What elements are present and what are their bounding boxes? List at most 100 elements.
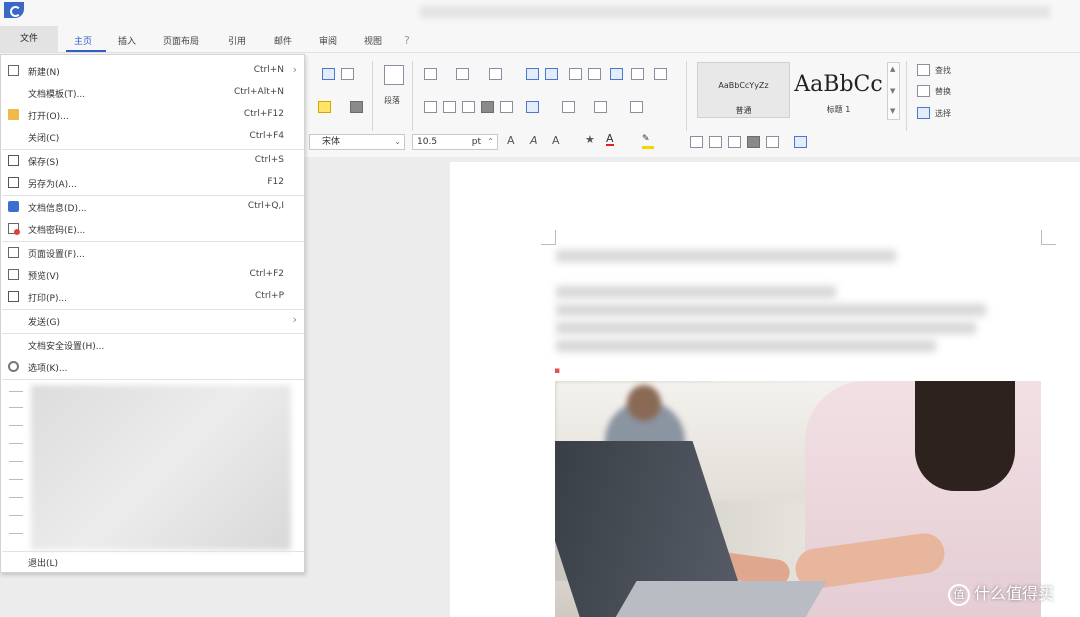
select-icon[interactable] bbox=[917, 107, 930, 119]
select-label[interactable]: 选择 bbox=[935, 108, 951, 119]
menu-item-send[interactable]: 发送(G) › bbox=[1, 310, 304, 332]
tab-insert[interactable]: 插入 bbox=[118, 34, 136, 47]
ltr-icon[interactable] bbox=[569, 68, 582, 80]
stepper-icon[interactable]: ⌃ bbox=[487, 135, 494, 149]
char-border-icon[interactable] bbox=[341, 68, 354, 80]
menu-item-label: 另存为(A)... bbox=[28, 180, 77, 190]
justify-icon[interactable] bbox=[747, 136, 760, 148]
menu-item-save-as[interactable]: 另存为(A)... F12 bbox=[1, 172, 304, 194]
increase-indent-icon[interactable] bbox=[545, 68, 558, 80]
font-name-select[interactable]: 宋体 ⌄ bbox=[309, 134, 405, 150]
app-logo-icon[interactable] bbox=[4, 2, 24, 18]
font-size-select[interactable]: 10.5 pt ⌃ bbox=[412, 134, 498, 150]
menu-item-exit[interactable]: 退出(L) bbox=[1, 551, 304, 573]
ribbon-separator bbox=[372, 61, 373, 131]
align-center-icon[interactable] bbox=[443, 101, 456, 113]
tab-references[interactable]: 引用 bbox=[228, 34, 246, 47]
menu-item-shortcut: Ctrl+F12 bbox=[243, 109, 284, 119]
blurred-text-line bbox=[556, 250, 896, 262]
replace-label[interactable]: 替换 bbox=[935, 86, 951, 97]
chevron-down-icon[interactable]: ▼ bbox=[890, 87, 895, 95]
sort-icon[interactable] bbox=[630, 101, 643, 113]
recent-file-marker[interactable] bbox=[9, 425, 23, 426]
distribute-icon[interactable] bbox=[500, 101, 513, 113]
find-icon[interactable] bbox=[917, 64, 930, 76]
shading-icon[interactable] bbox=[562, 101, 575, 113]
bullet-list-icon[interactable] bbox=[424, 68, 437, 80]
menu-item-preview[interactable]: 预览(V) Ctrl+F2 bbox=[1, 264, 304, 286]
distribute-icon[interactable] bbox=[766, 136, 779, 148]
find-label[interactable]: 查找 bbox=[935, 65, 951, 76]
border-icon[interactable] bbox=[594, 101, 607, 113]
styles-scroll[interactable]: ▲ ▼ ▼ bbox=[887, 62, 900, 120]
tab-home[interactable]: 主页 bbox=[74, 34, 92, 47]
menu-item-templates[interactable]: 文档模板(T)... Ctrl+Alt+N bbox=[1, 82, 304, 104]
paragraph-settings-icon[interactable] bbox=[384, 65, 404, 85]
menu-item-label: 页面设置(F)... bbox=[28, 250, 85, 260]
more-styles-icon[interactable]: ▼ bbox=[890, 107, 895, 115]
align-right-icon[interactable] bbox=[728, 136, 741, 148]
star-icon[interactable]: ★ bbox=[585, 133, 595, 146]
clear-format-icon[interactable] bbox=[322, 68, 335, 80]
menu-item-doc-security[interactable]: 文档安全设置(H)... bbox=[1, 334, 304, 356]
show-marks-icon[interactable] bbox=[610, 68, 623, 80]
text-direction-icon[interactable] bbox=[654, 68, 667, 80]
menu-item-new[interactable]: 新建(N) Ctrl+N › bbox=[1, 60, 304, 82]
tab-review[interactable]: 审阅 bbox=[319, 34, 337, 47]
menu-item-shortcut: Ctrl+P bbox=[255, 291, 284, 301]
grow-font-icon[interactable]: A bbox=[507, 134, 515, 147]
tab-view[interactable]: 视图 bbox=[364, 34, 382, 47]
menu-item-doc-password[interactable]: 文档密码(E)... bbox=[1, 218, 304, 240]
paragraph-label[interactable]: 段落 bbox=[384, 95, 400, 106]
recent-file-marker[interactable] bbox=[9, 515, 23, 516]
menu-item-print[interactable]: 打印(P)... Ctrl+P bbox=[1, 286, 304, 308]
font-name-value: 宋体 bbox=[322, 137, 341, 147]
align-right-icon[interactable] bbox=[462, 101, 475, 113]
menu-item-doc-info[interactable]: 文档信息(D)... Ctrl+Q,I bbox=[1, 196, 304, 218]
recent-file-marker[interactable] bbox=[9, 407, 23, 408]
help-icon[interactable]: ? bbox=[404, 34, 416, 47]
chevron-down-icon[interactable]: ⌄ bbox=[394, 135, 401, 149]
menu-item-options[interactable]: 选项(K)... bbox=[1, 356, 304, 378]
replace-icon[interactable] bbox=[917, 85, 930, 97]
menu-item-close[interactable]: 关闭(C) Ctrl+F4 bbox=[1, 126, 304, 148]
menu-item-save[interactable]: 保存(S) Ctrl+S bbox=[1, 150, 304, 172]
rtl-icon[interactable] bbox=[588, 68, 601, 80]
shrink-font-icon[interactable]: A bbox=[530, 134, 538, 147]
style-normal[interactable]: AaBbCcYyZz 普通 bbox=[697, 62, 790, 118]
recent-file-marker[interactable] bbox=[9, 443, 23, 444]
align-left-icon[interactable] bbox=[690, 136, 703, 148]
menu-item-label: 打印(P)... bbox=[28, 294, 68, 304]
style-heading-1[interactable]: AaBbCc 标题 1 bbox=[791, 62, 886, 118]
recent-file-marker[interactable] bbox=[9, 391, 23, 392]
decrease-indent-icon[interactable] bbox=[526, 68, 539, 80]
menu-item-page-setup[interactable]: 页面设置(F)... bbox=[1, 242, 304, 264]
menu-item-open[interactable]: 打开(O)... Ctrl+F12 bbox=[1, 104, 304, 126]
paragraph-mark: ▪ bbox=[554, 366, 561, 376]
font-size-value: 10.5 bbox=[417, 137, 438, 147]
font-color-icon[interactable]: A bbox=[606, 133, 614, 146]
char-shading-icon[interactable] bbox=[350, 101, 363, 113]
tab-file[interactable]: 文件 bbox=[0, 26, 58, 52]
tab-mailings[interactable]: 邮件 bbox=[274, 34, 292, 47]
tab-page-layout[interactable]: 页面布局 bbox=[163, 34, 199, 47]
align-left-icon[interactable] bbox=[424, 101, 437, 113]
highlight-color-icon[interactable]: ✎ bbox=[642, 134, 654, 149]
line-spacing-icon[interactable] bbox=[794, 136, 807, 148]
highlight-icon[interactable] bbox=[318, 101, 331, 113]
recent-file-marker[interactable] bbox=[9, 479, 23, 480]
align-center-icon[interactable] bbox=[709, 136, 722, 148]
multilevel-list-icon[interactable] bbox=[489, 68, 502, 80]
recent-file-marker[interactable] bbox=[9, 497, 23, 498]
recent-file-marker[interactable] bbox=[9, 461, 23, 462]
photo-woman-hair bbox=[915, 381, 1015, 491]
recent-file-marker[interactable] bbox=[9, 533, 23, 534]
chinese-layout-icon[interactable] bbox=[631, 68, 644, 80]
justify-icon[interactable] bbox=[481, 101, 494, 113]
text-effect-icon[interactable]: A bbox=[552, 134, 560, 147]
blurred-text-line bbox=[556, 304, 986, 316]
line-spacing-icon[interactable] bbox=[526, 101, 539, 113]
recent-files-blurred bbox=[31, 385, 291, 550]
numbered-list-icon[interactable] bbox=[456, 68, 469, 80]
chevron-up-icon[interactable]: ▲ bbox=[890, 65, 895, 73]
